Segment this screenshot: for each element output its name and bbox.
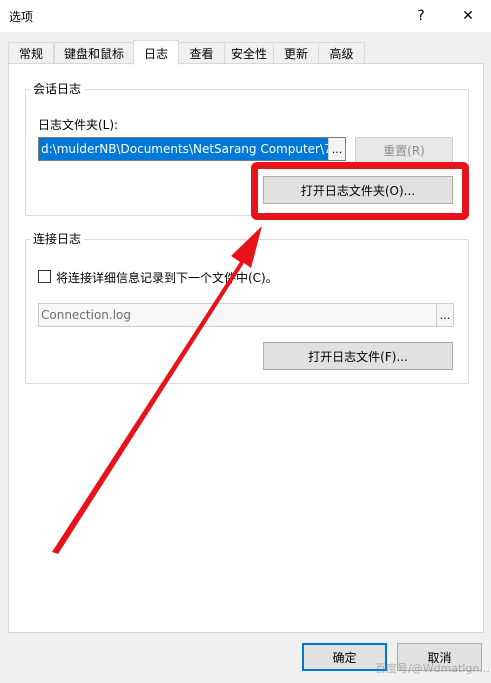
log-folder-label: 日志文件夹(L): [38, 118, 119, 132]
open-log-folder-button[interactable]: 打开日志文件夹(O)... [263, 176, 453, 204]
connection-log-title: 连接日志 [30, 232, 85, 246]
session-log-title: 会话日志 [30, 82, 85, 96]
connection-log-file-input[interactable]: Connection.log ... [38, 303, 454, 327]
open-log-file-button[interactable]: 打开日志文件(F)... [263, 342, 453, 370]
window-title: 选项 [9, 10, 34, 24]
connection-log-checkbox[interactable] [38, 270, 51, 283]
tab-label: 高级 [329, 47, 354, 61]
tab-label: 常规 [18, 47, 43, 61]
tab-update[interactable]: 更新 [273, 42, 319, 64]
tab-label: 更新 [283, 47, 308, 61]
tab-label: 键盘和鼠标 [63, 47, 124, 61]
log-folder-value: d:\mulderNB\Documents\NetSarang Computer… [39, 138, 328, 160]
tab-label: 查看 [189, 47, 214, 61]
title-bar: 选项 ? ✕ [0, 0, 491, 32]
tab-page-log: 会话日志 日志文件夹(L): d:\mulderNB\Documents\Net… [8, 63, 484, 633]
connection-log-checkbox-label[interactable]: 将连接详细信息记录到下一个文件中(C)。 [56, 269, 278, 286]
close-icon: ✕ [462, 8, 474, 24]
connection-log-group: 连接日志 将连接详细信息记录到下一个文件中(C)。 Connection.log… [25, 232, 469, 384]
log-folder-browse-button[interactable]: ... [328, 138, 345, 160]
tab-label: 日志 [143, 46, 168, 61]
close-button[interactable]: ✕ [445, 0, 491, 32]
connection-log-file-value: Connection.log [41, 308, 132, 322]
tab-keyboard-mouse[interactable]: 键盘和鼠标 [54, 42, 134, 64]
tab-strip: 常规 键盘和鼠标 日志 查看 安全性 更新 高级 [8, 40, 484, 65]
tab-security[interactable]: 安全性 [224, 42, 274, 64]
connection-log-browse-button[interactable]: ... [436, 304, 453, 326]
tab-general[interactable]: 常规 [8, 42, 54, 64]
tab-label: 安全性 [230, 47, 267, 61]
session-log-group: 会话日志 日志文件夹(L): d:\mulderNB\Documents\Net… [25, 82, 469, 216]
watermark: 百度号/@Wdmatlgn... [375, 662, 490, 675]
log-folder-input[interactable]: d:\mulderNB\Documents\NetSarang Computer… [38, 137, 346, 161]
tab-view[interactable]: 查看 [178, 42, 225, 64]
tab-log[interactable]: 日志 [133, 40, 179, 65]
reset-button[interactable]: 重置(R) [355, 137, 453, 163]
help-button[interactable]: ? [398, 0, 444, 32]
tab-advanced[interactable]: 高级 [318, 42, 365, 64]
